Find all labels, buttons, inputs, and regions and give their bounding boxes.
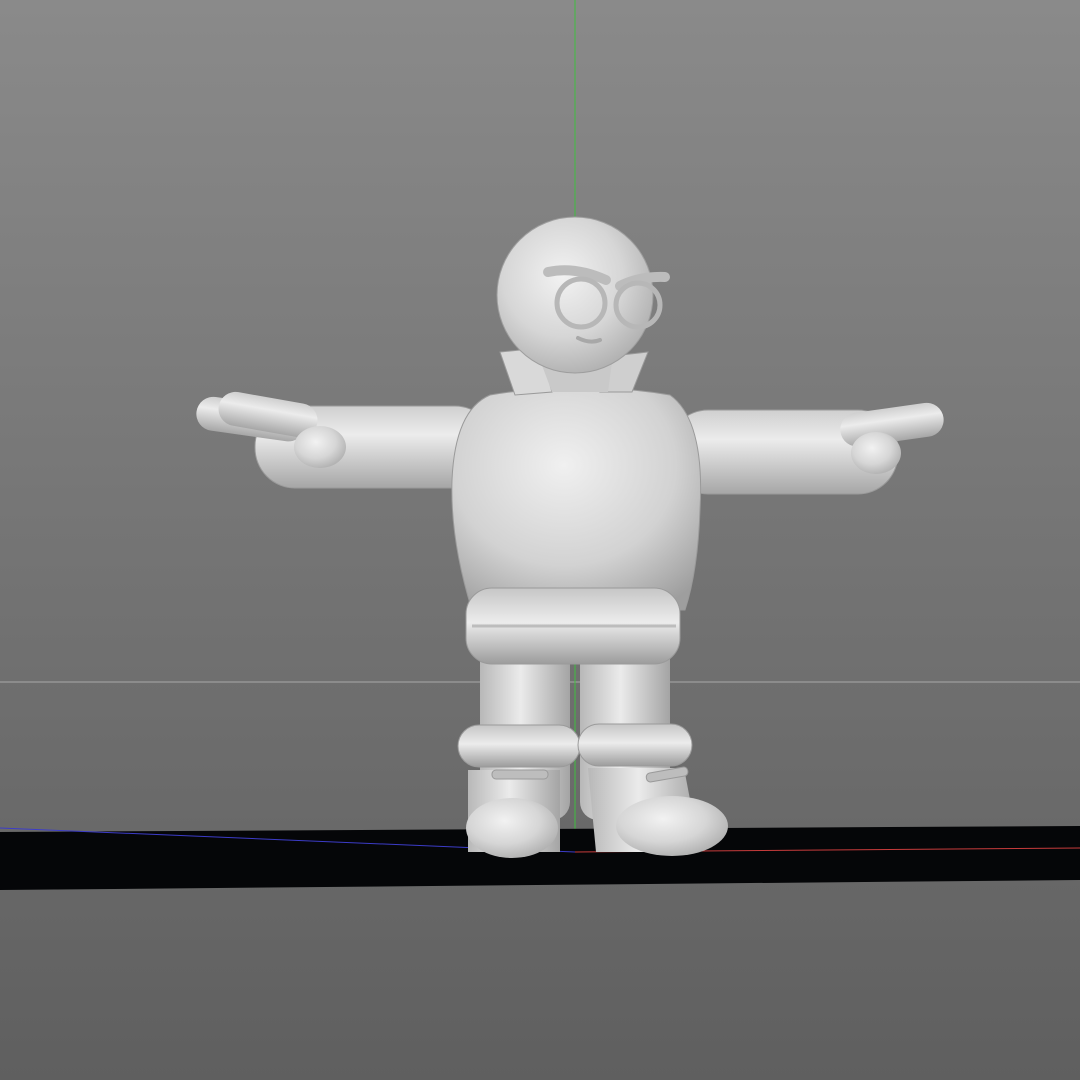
- 3d-viewport[interactable]: [0, 0, 1080, 1080]
- torso[interactable]: [451, 387, 702, 665]
